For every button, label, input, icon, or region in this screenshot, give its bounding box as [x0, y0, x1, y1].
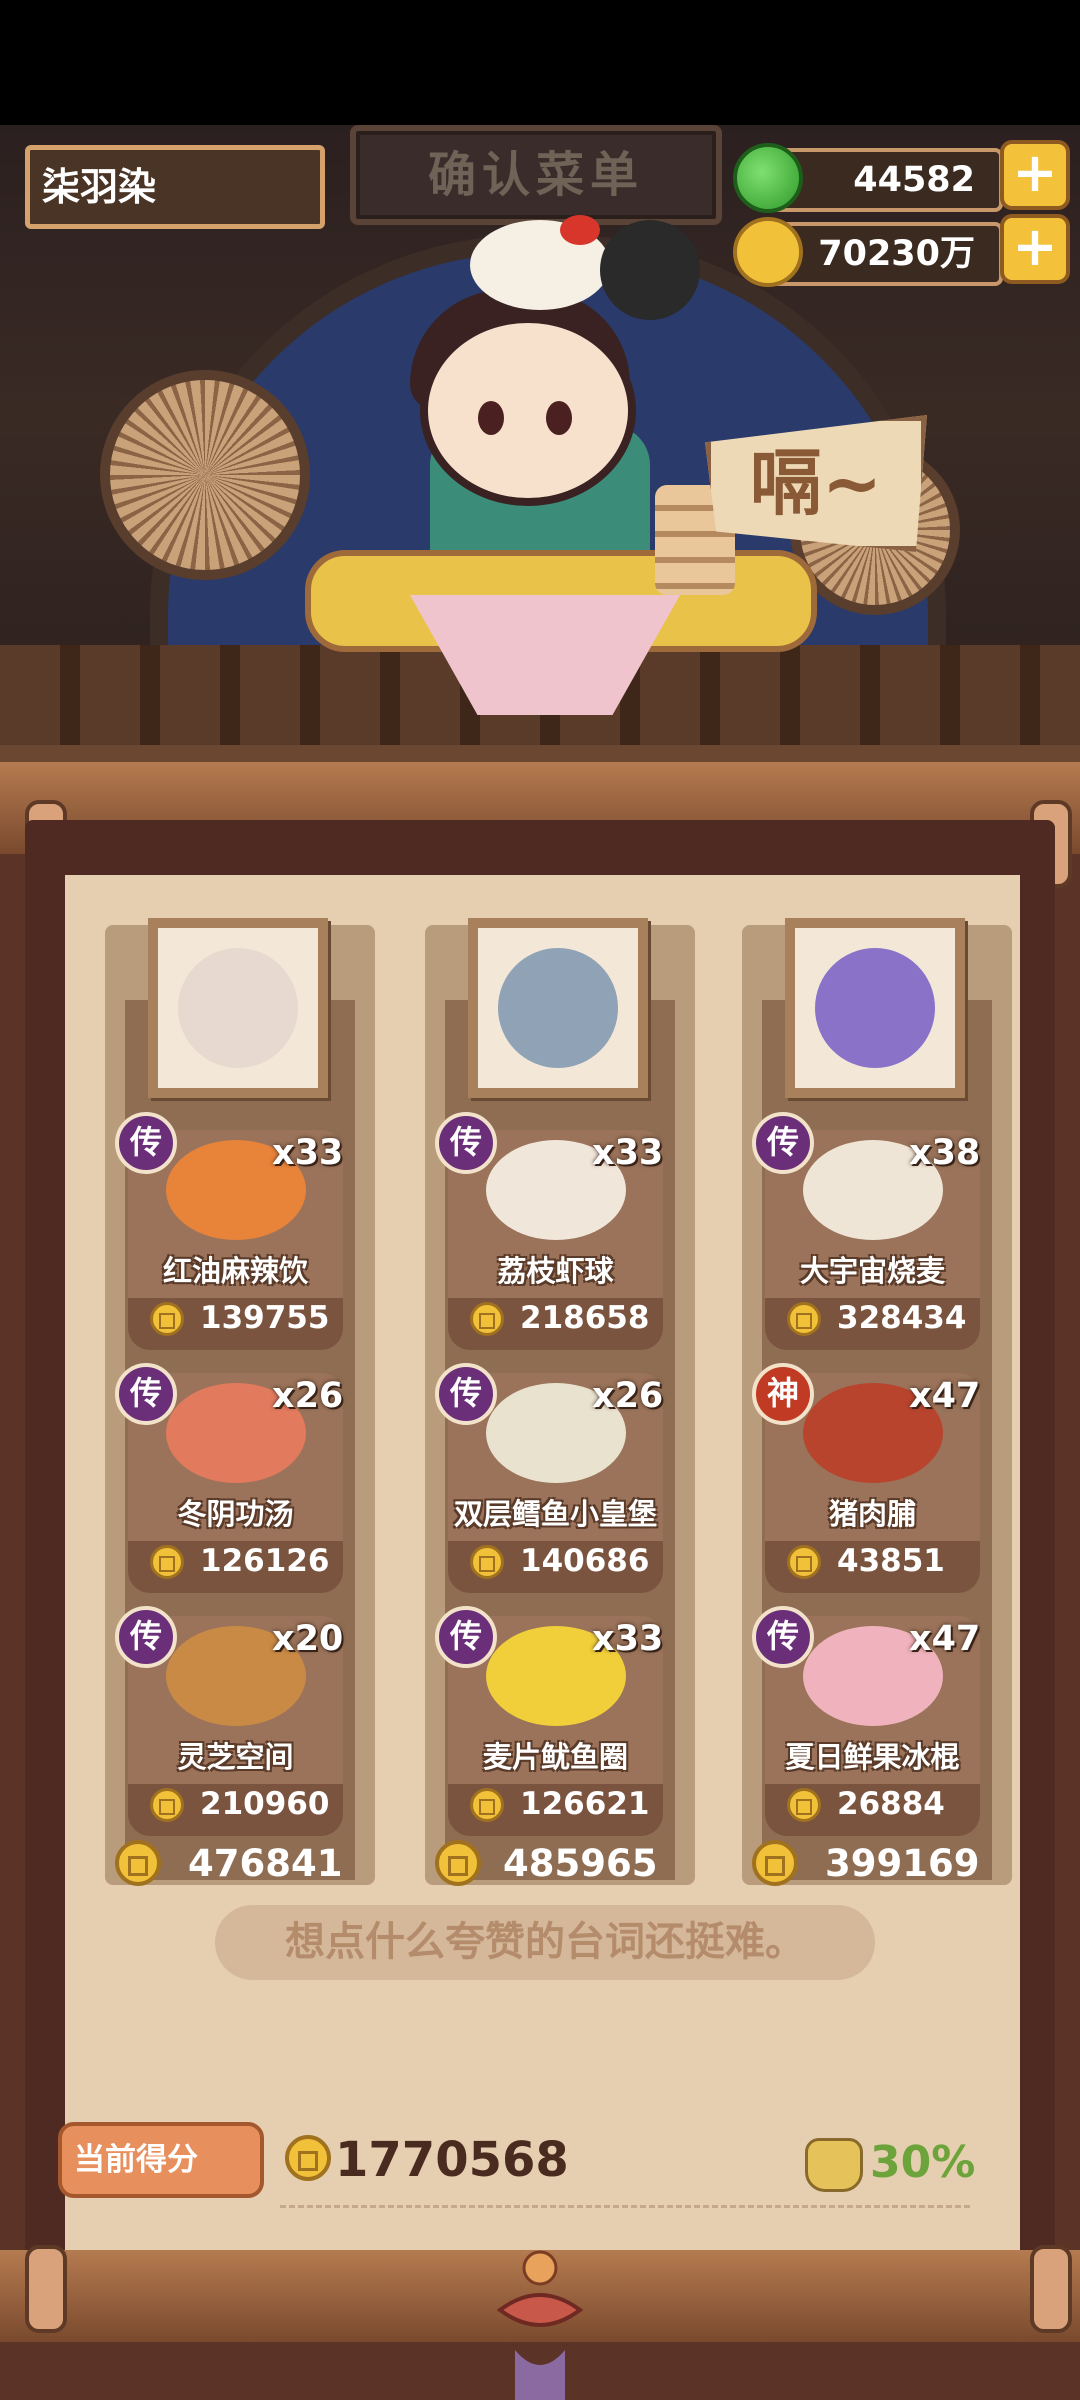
coin-icon	[787, 1545, 821, 1579]
coin-icon	[470, 1302, 504, 1336]
dish-name: 荔枝虾球	[497, 1254, 614, 1288]
dish-count: x33	[592, 1619, 664, 1659]
coin-icon	[150, 1302, 184, 1336]
total-score: 1770568	[335, 2132, 569, 2188]
coin-icon	[150, 1545, 184, 1579]
dish-count: x26	[592, 1376, 664, 1416]
dish-count: x33	[592, 1133, 664, 1173]
chinese-knot-decoration	[496, 2250, 584, 2400]
dish-count: x33	[272, 1133, 344, 1173]
coin-icon	[435, 1840, 481, 1886]
coin-icon	[787, 1302, 821, 1336]
dish-count: x47	[909, 1376, 981, 1416]
dish-name: 红油麻辣饮	[162, 1254, 308, 1288]
dish-name: 大宇宙烧麦	[799, 1254, 945, 1288]
jade-amount: 44582	[853, 160, 975, 200]
dish-name: 麦片鱿鱼圈	[482, 1740, 628, 1774]
player-name: 柒羽染	[42, 165, 157, 209]
chef-character[interactable]	[420, 315, 636, 506]
dish-count: x26	[272, 1376, 344, 1416]
dish-name: 夏日鲜果冰棍	[785, 1740, 960, 1774]
rarity-badge: 神	[752, 1363, 814, 1425]
frying-pan-icon	[600, 220, 700, 320]
dish-name: 灵芝空间	[177, 1740, 294, 1774]
dish-price: 210960	[200, 1786, 330, 1822]
chef-right-eye	[546, 401, 572, 435]
menu-signboard: 确认菜单	[350, 125, 722, 225]
add-jade-button[interactable]: +	[1000, 140, 1070, 210]
left-fan-decoration	[100, 370, 310, 580]
player-name-box: 柒羽染	[25, 145, 325, 229]
dish-price: 126621	[520, 1786, 650, 1822]
dish-price: 218658	[520, 1300, 650, 1336]
dish-name: 冬阴功汤	[177, 1497, 294, 1531]
coin-icon	[470, 1788, 504, 1822]
customer-portrait-1[interactable]	[148, 918, 328, 1098]
dialogue-bubble: 想点什么夸赞的台词还挺难。	[215, 1905, 875, 1980]
scroll-bottom-left-cap	[25, 2245, 67, 2333]
dish-name: 双层鳕鱼小皇堡	[453, 1497, 657, 1531]
dish-price: 26884	[837, 1786, 945, 1822]
dish-count: x47	[909, 1619, 981, 1659]
burp-text: 嗝~	[749, 441, 883, 525]
customer-portrait-2[interactable]	[468, 918, 648, 1098]
rarity-badge: 传	[752, 1606, 814, 1668]
customer-1-avatar	[178, 948, 298, 1068]
score-divider	[280, 2205, 970, 2208]
signboard-text: 确认菜单	[427, 147, 644, 203]
dish-count: x20	[272, 1619, 344, 1659]
chef-left-eye	[478, 401, 504, 435]
dish-price: 139755	[200, 1300, 330, 1336]
rarity-badge: 传	[115, 1606, 177, 1668]
current-score-button[interactable]: 当前得分	[58, 2122, 264, 2198]
dish-count: x38	[909, 1133, 981, 1173]
coin-icon	[470, 1545, 504, 1579]
dialogue-text: 想点什么夸赞的台词还挺难。	[285, 1919, 805, 1965]
bonus-percent: 30%	[870, 2137, 976, 2188]
coin-icon	[733, 217, 803, 287]
rarity-badge: 传	[752, 1112, 814, 1174]
scroll-bottom-right-cap	[1030, 2245, 1072, 2333]
column-2-total: 485965	[503, 1842, 658, 1885]
coin-icon	[285, 2135, 331, 2181]
coin-amount: 70230万	[818, 234, 975, 274]
coin-icon	[115, 1840, 161, 1886]
add-coin-button[interactable]: +	[1000, 214, 1070, 284]
rarity-badge: 传	[115, 1363, 177, 1425]
customer-3-avatar	[815, 948, 935, 1068]
jade-icon	[733, 143, 803, 213]
coin-icon	[150, 1788, 184, 1822]
customer-2-avatar	[498, 948, 618, 1068]
current-score-label: 当前得分	[74, 2142, 198, 2178]
dish-price: 126126	[200, 1543, 330, 1579]
rarity-badge: 传	[435, 1606, 497, 1668]
dish-price: 328434	[837, 1300, 967, 1336]
status-bar-area	[0, 0, 1080, 125]
customer-portrait-3[interactable]	[785, 918, 965, 1098]
column-1-total: 476841	[188, 1842, 343, 1885]
bonus-bag-icon	[805, 2138, 863, 2192]
coin-icon	[787, 1788, 821, 1822]
dish-name: 猪肉脯	[828, 1497, 916, 1531]
column-3-total: 399169	[825, 1842, 980, 1885]
rarity-badge: 传	[115, 1112, 177, 1174]
rarity-badge: 传	[435, 1363, 497, 1425]
dish-price: 43851	[837, 1543, 945, 1579]
rarity-badge: 传	[435, 1112, 497, 1174]
coin-icon	[752, 1840, 798, 1886]
chicken-comb-icon	[560, 215, 600, 245]
dish-price: 140686	[520, 1543, 650, 1579]
